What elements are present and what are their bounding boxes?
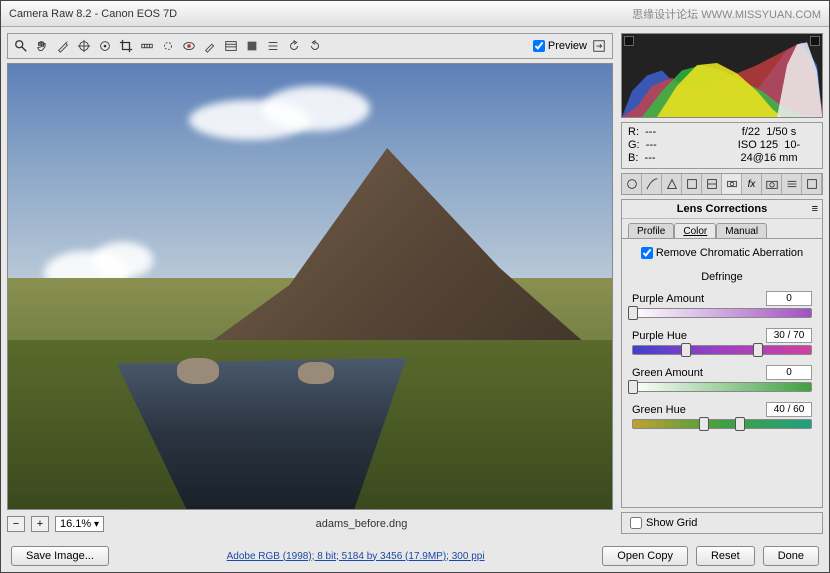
green-amount-slider[interactable] — [632, 382, 812, 392]
show-grid-checkbox[interactable]: Show Grid — [621, 512, 823, 534]
tab-snapshots-icon[interactable] — [802, 174, 822, 194]
zoom-select[interactable]: 16.1% ▾ — [55, 516, 104, 532]
b-value: --- — [645, 152, 656, 164]
zoom-out-button[interactable]: − — [7, 516, 25, 532]
shadow-clip-icon[interactable] — [624, 36, 634, 46]
purple-amount-row: Purple Amount 0 — [632, 291, 812, 318]
subtab-manual[interactable]: Manual — [716, 223, 767, 239]
purple-amount-slider[interactable] — [632, 308, 812, 318]
highlight-clip-icon[interactable] — [810, 36, 820, 46]
purple-amount-label: Purple Amount — [632, 293, 704, 305]
subtab-profile[interactable]: Profile — [628, 223, 674, 239]
rotate-left-icon[interactable] — [285, 37, 303, 55]
panel-menu-icon[interactable]: ≡ — [812, 203, 818, 215]
preferences-icon[interactable] — [264, 37, 282, 55]
panel-tabs: fx — [621, 173, 823, 195]
straighten-icon[interactable] — [138, 37, 156, 55]
panel-title: Lens Corrections ≡ — [622, 200, 822, 219]
targeted-adjust-icon[interactable] — [96, 37, 114, 55]
zoom-bar: − + 16.1% ▾ adams_before.dng — [7, 514, 613, 534]
photo — [8, 64, 612, 509]
done-button[interactable]: Done — [763, 546, 819, 566]
r-label: R: — [628, 126, 639, 138]
zoom-tool-icon[interactable] — [12, 37, 30, 55]
bottom-bar: Save Image... Adobe RGB (1998); 8 bit; 5… — [1, 540, 829, 572]
subtab-color[interactable]: Color — [674, 223, 716, 239]
left-pane: Preview − + 16.1% ▾ — [1, 27, 619, 540]
crop-icon[interactable] — [117, 37, 135, 55]
open-copy-button[interactable]: Open Copy — [602, 546, 688, 566]
info-box: R: --- G: --- B: --- f/22 1/50 s ISO 125… — [621, 122, 823, 169]
shutter: 1/50 s — [766, 126, 796, 138]
remove-ca-checkbox[interactable]: Remove Chromatic Aberration — [632, 247, 812, 259]
green-hue-slider[interactable] — [632, 419, 812, 429]
green-hue-label: Green Hue — [632, 404, 686, 416]
show-grid-label: Show Grid — [646, 517, 697, 529]
reset-button[interactable]: Reset — [696, 546, 755, 566]
g-value: --- — [646, 139, 657, 151]
preview-check-input[interactable] — [533, 40, 545, 52]
tab-curve-icon[interactable] — [642, 174, 662, 194]
tab-split-icon[interactable] — [702, 174, 722, 194]
b-label: B: — [628, 152, 638, 164]
iso: ISO 125 — [738, 139, 778, 151]
camera-raw-window: Camera Raw 8.2 - Canon EOS 7D 思缘设计论坛 WWW… — [0, 0, 830, 573]
tab-fx-icon[interactable]: fx — [742, 174, 762, 194]
content: Preview − + 16.1% ▾ — [1, 27, 829, 540]
adjustment-brush-icon[interactable] — [201, 37, 219, 55]
green-amount-row: Green Amount 0 — [632, 365, 812, 392]
titlebar: Camera Raw 8.2 - Canon EOS 7D 思缘设计论坛 WWW… — [1, 1, 829, 27]
right-pane: R: --- G: --- B: --- f/22 1/50 s ISO 125… — [619, 27, 829, 540]
window-title: Camera Raw 8.2 - Canon EOS 7D — [9, 8, 177, 20]
save-image-button[interactable]: Save Image... — [11, 546, 109, 566]
preview-checkbox[interactable]: Preview — [533, 40, 587, 52]
tab-hsl-icon[interactable] — [682, 174, 702, 194]
tab-presets-icon[interactable] — [782, 174, 802, 194]
aperture: f/22 — [742, 126, 760, 138]
spot-removal-icon[interactable] — [159, 37, 177, 55]
white-balance-icon[interactable] — [54, 37, 72, 55]
graduated-filter-icon[interactable] — [222, 37, 240, 55]
workflow-link[interactable]: Adobe RGB (1998); 8 bit; 5184 by 3456 (1… — [117, 551, 594, 562]
purple-hue-label: Purple Hue — [632, 330, 687, 342]
color-sampler-icon[interactable] — [75, 37, 93, 55]
watermark: 思缘设计论坛 WWW.MISSYUAN.COM — [632, 6, 821, 22]
purple-hue-value[interactable]: 30 / 70 — [766, 328, 812, 343]
hand-tool-icon[interactable] — [33, 37, 51, 55]
defringe-label: Defringe — [632, 271, 812, 283]
green-hue-value[interactable]: 40 / 60 — [766, 402, 812, 417]
r-value: --- — [645, 126, 656, 138]
green-hue-row: Green Hue 40 / 60 — [632, 402, 812, 429]
green-amount-label: Green Amount — [632, 367, 703, 379]
purple-hue-row: Purple Hue 30 / 70 — [632, 328, 812, 355]
tab-lens-icon[interactable] — [722, 174, 742, 194]
image-preview[interactable] — [7, 63, 613, 510]
g-label: G: — [628, 139, 640, 151]
radial-filter-icon[interactable] — [243, 37, 261, 55]
red-eye-icon[interactable] — [180, 37, 198, 55]
purple-hue-slider[interactable] — [632, 345, 812, 355]
zoom-in-button[interactable]: + — [31, 516, 49, 532]
histogram[interactable] — [621, 33, 823, 118]
lens-corrections-panel: Lens Corrections ≡ Profile Color Manual … — [621, 199, 823, 508]
remove-ca-label: Remove Chromatic Aberration — [656, 247, 803, 259]
subtabs: Profile Color Manual — [622, 219, 822, 239]
purple-amount-value[interactable]: 0 — [766, 291, 812, 306]
toolbar: Preview — [7, 33, 613, 59]
tab-detail-icon[interactable] — [662, 174, 682, 194]
rotate-right-icon[interactable] — [306, 37, 324, 55]
preview-label: Preview — [548, 40, 587, 52]
filename: adams_before.dng — [110, 518, 613, 530]
tab-camera-icon[interactable] — [762, 174, 782, 194]
panel-body: Remove Chromatic Aberration Defringe Pur… — [622, 238, 822, 447]
green-amount-value[interactable]: 0 — [766, 365, 812, 380]
tab-basic-icon[interactable] — [622, 174, 642, 194]
fullscreen-icon[interactable] — [590, 37, 608, 55]
